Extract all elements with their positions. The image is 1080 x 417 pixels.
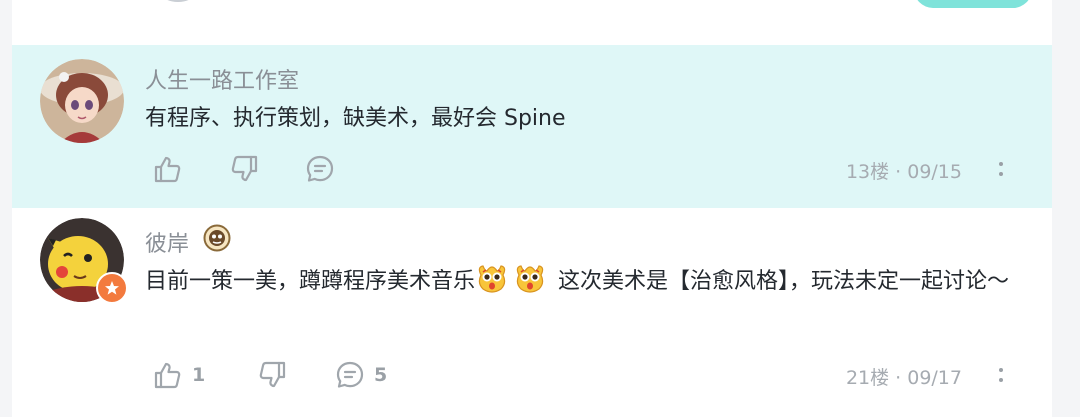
floor-and-date: 13楼 · 09/15 [845,161,962,183]
more-options-icon[interactable] [996,365,1006,385]
like-count: 1 [192,364,206,386]
reply-count: 5 [374,364,388,386]
comment-actions [152,152,336,186]
comment-item: 人生一路工作室 有程序、执行策划，缺美术，最好会 Spine 13楼 · 09/… [12,45,1052,208]
thumbs-up-icon [154,362,181,389]
comment-item: 彼岸 目前一策一美，蹲蹲程序美术音乐 这次美术是【治愈风格】，玩法未定一起讨论～ [12,208,1052,417]
reply-button[interactable]: 5 [334,359,387,391]
comment-actions: 1 5 [152,358,387,392]
floor-and-date: 21楼 · 09/17 [845,367,962,389]
creator-badge [96,272,128,304]
dislike-button[interactable] [256,359,334,391]
reply-button[interactable] [304,153,336,185]
username[interactable]: 人生一路工作室 [145,63,299,95]
username[interactable]: 彼岸 [145,226,189,258]
thumbs-down-icon [231,155,258,182]
comment-text-part: 这次美术是【治愈风格】，玩法未定一起讨论～ [551,269,1010,294]
thumbs-down-icon [259,361,286,388]
comment-text: 有程序、执行策划，缺美术，最好会 Spine [145,106,566,131]
dislike-button[interactable] [228,153,304,185]
surprised-face-emoji-icon [516,265,544,293]
like-button[interactable] [152,153,228,185]
avatar[interactable] [40,59,124,143]
surprised-face-emoji-icon [478,265,506,293]
star-icon [105,281,119,295]
action-button[interactable] [914,0,1032,8]
comment-icon [306,155,334,182]
previous-comment-footer [12,0,1052,45]
thumbs-up-icon [154,156,181,183]
more-options-icon[interactable] [996,159,1006,179]
level-badge-icon [203,224,231,252]
comment-icon [336,361,364,388]
partial-icon [162,0,194,2]
like-button[interactable]: 1 [152,359,256,391]
comment-text-part: 目前一策一美，蹲蹲程序美术音乐 [145,269,476,294]
comment-text: 目前一策一美，蹲蹲程序美术音乐 这次美术是【治愈风格】，玩法未定一起讨论～ [145,260,1035,304]
